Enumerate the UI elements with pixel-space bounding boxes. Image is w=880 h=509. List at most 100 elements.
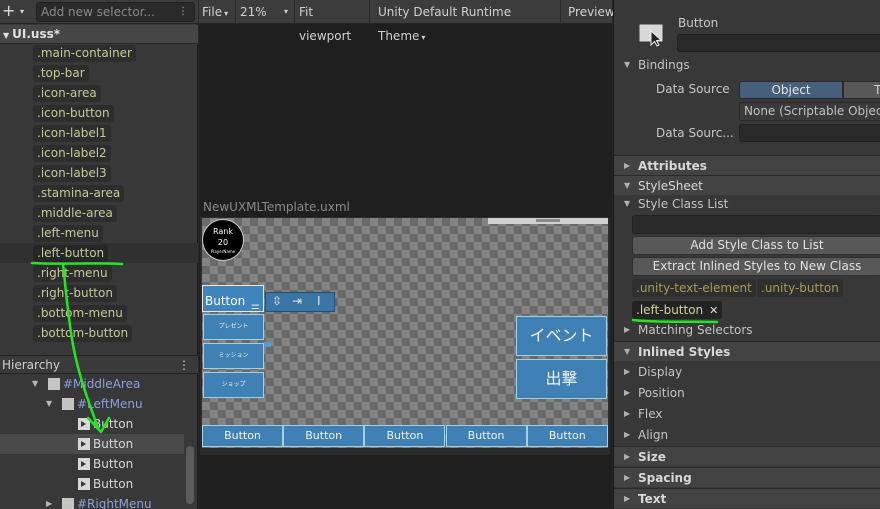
inlined-styles-foldout[interactable]: ▼ Inlined Styles bbox=[614, 341, 880, 361]
extract-inlined-styles-button[interactable]: Extract Inlined Styles to New Class bbox=[632, 257, 880, 276]
element-name-field[interactable] bbox=[677, 34, 880, 52]
style-section-size[interactable]: ▶ Size bbox=[614, 446, 880, 466]
style-section-spacing[interactable]: ▶ Spacing bbox=[614, 467, 880, 487]
selector-item[interactable]: .main-container bbox=[33, 45, 136, 62]
hierarchy-row[interactable]: ▼ #MiddleArea bbox=[0, 374, 184, 394]
zoom-dropdown[interactable]: 21% ▾ bbox=[237, 0, 295, 24]
fit-viewport-button[interactable]: Fit viewport bbox=[296, 0, 370, 43]
style-class-list-foldout[interactable]: ▼ Style Class List bbox=[614, 194, 880, 214]
selector-item[interactable]: .left-menu bbox=[33, 225, 103, 242]
player-name: PlayerName bbox=[210, 249, 236, 254]
chevron-down-icon[interactable]: ▼ bbox=[32, 374, 38, 394]
viewport-toolbar: File ▾ 21% ▾ Fit viewport Unity Default Ru… bbox=[199, 0, 615, 43]
style-foldout-display[interactable]: ▶ Display bbox=[614, 362, 880, 382]
style-foldout-align[interactable]: ▶ Align bbox=[614, 425, 880, 445]
bottom-menu-button[interactable]: Button bbox=[283, 425, 365, 447]
hierarchy-row[interactable]: ▶ #RightMenu bbox=[0, 494, 184, 509]
chevron-down-icon: ▾ bbox=[283, 7, 288, 16]
selector-item[interactable]: .middle-area bbox=[33, 205, 117, 222]
close-icon[interactable]: ✕ bbox=[709, 304, 718, 317]
hierarchy-row[interactable]: ▼ #LeftMenu bbox=[0, 394, 184, 414]
data-source-label: Data Source bbox=[656, 82, 730, 96]
stylesheet-header[interactable]: ▼ UI.uss* bbox=[0, 25, 198, 44]
selector-item[interactable]: .icon-area bbox=[33, 85, 101, 102]
preview-button[interactable]: Preview bbox=[565, 0, 615, 24]
matching-selectors-label: Matching Selectors bbox=[638, 323, 753, 337]
kebab-menu-icon[interactable]: ⋮ bbox=[178, 356, 190, 374]
right-menu-button[interactable]: 出撃 bbox=[516, 359, 607, 399]
hierarchy-row[interactable]: Button bbox=[0, 474, 184, 494]
selector-input[interactable]: Add new selector... ⋮ bbox=[36, 2, 195, 22]
selector-item[interactable]: .left-button bbox=[33, 245, 109, 262]
visual-element-icon bbox=[62, 498, 74, 509]
data-source-object-field[interactable]: None (Scriptable Object) bbox=[739, 102, 880, 121]
left-menu-button[interactable]: ショップ bbox=[203, 372, 264, 398]
stylesheet-foldout[interactable]: ▼ StyleSheet bbox=[614, 175, 880, 195]
hierarchy-header: Hierarchy ⋮ bbox=[0, 355, 198, 374]
selector-item[interactable]: .icon-label1 bbox=[33, 125, 111, 142]
selector-item[interactable]: .top-bar bbox=[33, 65, 89, 82]
selector-item[interactable]: .bottom-button bbox=[33, 325, 133, 342]
style-foldout-label: Position bbox=[638, 386, 685, 400]
style-foldout-label: Align bbox=[638, 428, 669, 442]
bindings-foldout[interactable]: ▼ Bindings bbox=[614, 55, 880, 75]
selected-left-button[interactable]: Button ☰ bbox=[202, 285, 264, 315]
bottom-menu-button[interactable]: Button bbox=[202, 425, 283, 447]
selector-item[interactable]: .icon-label2 bbox=[33, 145, 111, 162]
hierarchy-row[interactable]: Button bbox=[0, 414, 184, 434]
hierarchy-row[interactable]: Button bbox=[0, 454, 184, 474]
rank-label: Rank bbox=[213, 227, 233, 236]
button-element-icon bbox=[638, 23, 664, 47]
visual-element-icon bbox=[48, 378, 60, 390]
text-align-icon[interactable]: Ⅰ bbox=[317, 294, 321, 308]
button-element-icon bbox=[78, 438, 90, 450]
selector-item[interactable]: .bottom-menu bbox=[33, 305, 127, 322]
style-class-input[interactable] bbox=[632, 215, 880, 234]
chevron-down-icon: ▾ bbox=[20, 7, 25, 16]
chevron-right-icon: ▶ bbox=[624, 494, 631, 503]
hierarchy-scrollbar[interactable] bbox=[186, 446, 194, 504]
options-icon[interactable]: ⋮ bbox=[178, 3, 188, 21]
rank-value: 20 bbox=[217, 238, 229, 247]
align-vertical-icon[interactable]: ⇳ bbox=[272, 294, 282, 308]
stylesheet-name: UI.uss* bbox=[12, 27, 61, 41]
style-section-label: Size bbox=[638, 450, 666, 464]
style-foldout-flex[interactable]: ▶ Flex bbox=[614, 404, 880, 424]
add-style-class-button[interactable]: Add Style Class to List bbox=[632, 236, 880, 255]
top-bar-preview[interactable] bbox=[488, 218, 608, 224]
style-section-text[interactable]: ▶ Text bbox=[614, 488, 880, 508]
bottom-menu-button[interactable]: Button bbox=[364, 425, 446, 447]
left-menu-button[interactable]: ミッション bbox=[203, 343, 264, 369]
align-horizontal-icon[interactable]: ⇥ bbox=[292, 294, 302, 308]
attributes-foldout[interactable]: ▶ Attributes bbox=[614, 155, 880, 175]
selection-handle[interactable] bbox=[264, 342, 271, 347]
style-section-label: Spacing bbox=[638, 471, 692, 485]
selector-item[interactable]: .stamina-area bbox=[33, 185, 125, 202]
selector-item[interactable]: .right-menu bbox=[33, 265, 112, 282]
selector-item[interactable]: .icon-button bbox=[33, 105, 114, 122]
data-source-path-field[interactable] bbox=[739, 124, 880, 142]
segment-object[interactable]: Object bbox=[739, 81, 843, 99]
segment-type[interactable]: T bbox=[843, 81, 880, 99]
chevron-down-icon: ▼ bbox=[624, 199, 631, 208]
data-source-path-label: Data Sourc... bbox=[656, 126, 734, 140]
bottom-menu-button[interactable]: Button bbox=[445, 425, 527, 447]
selector-item[interactable]: .right-button bbox=[33, 285, 117, 302]
style-foldout-position[interactable]: ▶ Position bbox=[614, 383, 880, 403]
hierarchy-row[interactable]: Button bbox=[0, 434, 184, 454]
preview-label: Preview bbox=[568, 5, 615, 19]
chevron-right-icon[interactable]: ▶ bbox=[46, 494, 52, 509]
class-chip-left-button[interactable]: .left-button ✕ bbox=[632, 301, 723, 319]
matching-selectors-foldout[interactable]: ▶ Matching Selectors bbox=[614, 320, 880, 340]
rank-badge[interactable]: Rank 20 PlayerName bbox=[202, 219, 244, 261]
right-menu-button[interactable]: イベント bbox=[516, 316, 607, 356]
add-selector-button[interactable]: + ▾ bbox=[2, 2, 30, 22]
chevron-down-icon[interactable]: ▼ bbox=[46, 394, 52, 414]
button-element-icon bbox=[78, 458, 90, 470]
file-menu-label: File bbox=[202, 5, 223, 19]
left-menu-button[interactable]: プレゼント bbox=[203, 314, 264, 340]
file-menu[interactable]: File ▾ bbox=[199, 0, 236, 24]
bottom-menu-button[interactable]: Button bbox=[526, 425, 608, 447]
selector-item[interactable]: .icon-label3 bbox=[33, 165, 111, 182]
theme-dropdown[interactable]: Unity Default Runtime Theme ▾ bbox=[375, 0, 561, 43]
